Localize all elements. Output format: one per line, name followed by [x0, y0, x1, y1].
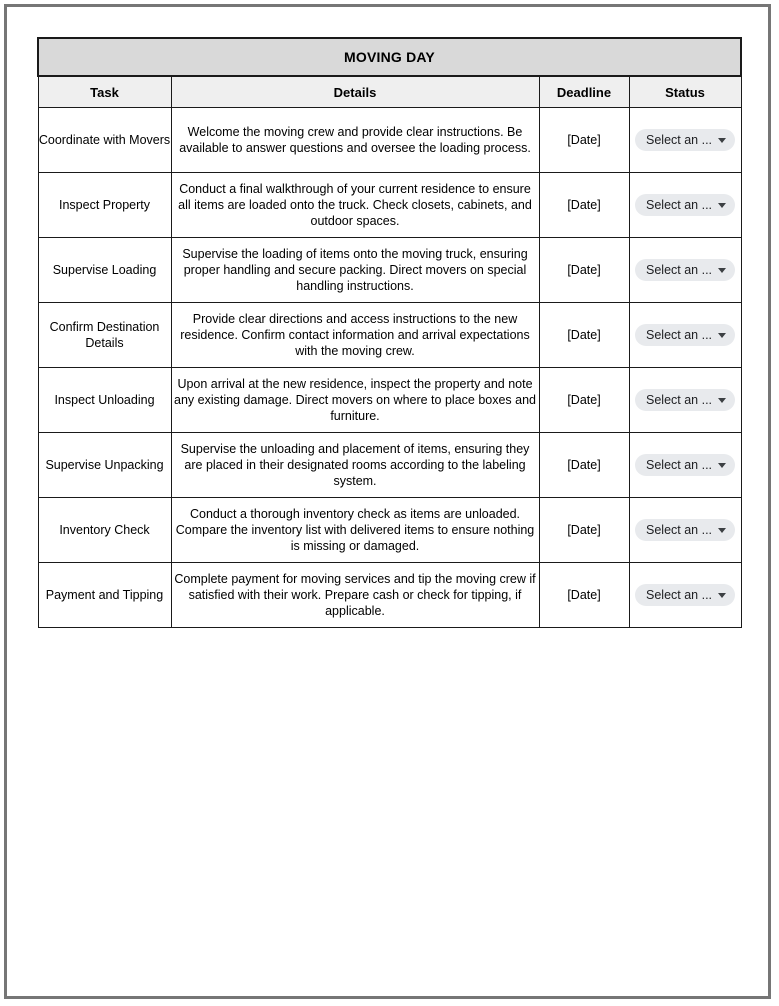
- cell-task: Inspect Property: [37, 172, 172, 238]
- cell-status: Select an ...: [628, 367, 742, 433]
- cell-deadline: [Date]: [538, 107, 630, 173]
- table-row: Inspect Unloading Upon arrival at the new…: [37, 367, 742, 433]
- table-title: MOVING DAY: [36, 37, 743, 77]
- cell-status: Select an ...: [628, 237, 742, 303]
- cell-details: Provide clear directions and access inst…: [170, 302, 540, 368]
- cell-deadline: [Date]: [538, 172, 630, 238]
- table-row: Payment and Tipping Complete payment for …: [37, 562, 742, 628]
- cell-task: Supervise Unpacking: [37, 432, 172, 498]
- column-header-task: Task: [37, 75, 172, 108]
- chevron-down-icon: [718, 593, 727, 598]
- chevron-down-icon: [718, 333, 727, 338]
- cell-task: Inspect Unloading: [37, 367, 172, 433]
- cell-details: Supervise the unloading and placement of…: [170, 432, 540, 498]
- table-row: Supervise Unpacking Supervise the unloadi…: [37, 432, 742, 498]
- status-dropdown[interactable]: Select an ...: [635, 584, 736, 606]
- cell-status: Select an ...: [628, 172, 742, 238]
- cell-status: Select an ...: [628, 107, 742, 173]
- column-header-details: Details: [170, 75, 540, 108]
- cell-status: Select an ...: [628, 562, 742, 628]
- document-body: MOVING DAY Task Details Deadline Status …: [36, 37, 743, 628]
- chevron-down-icon: [718, 528, 727, 533]
- status-dropdown-label: Select an ...: [646, 523, 713, 537]
- cell-task: Payment and Tipping: [37, 562, 172, 628]
- cell-deadline: [Date]: [538, 562, 630, 628]
- cell-details: Conduct a thorough inventory check as it…: [170, 497, 540, 563]
- table-row: Inventory Check Conduct a thorough invent…: [37, 497, 742, 563]
- cell-deadline: [Date]: [538, 237, 630, 303]
- cell-task: Confirm Destination Details: [37, 302, 172, 368]
- cell-status: Select an ...: [628, 302, 742, 368]
- chevron-down-icon: [718, 138, 727, 143]
- table-row: Inspect Property Conduct a final walkthro…: [37, 172, 742, 238]
- cell-details: Conduct a final walkthrough of your curr…: [170, 172, 540, 238]
- status-dropdown[interactable]: Select an ...: [635, 324, 736, 346]
- chevron-down-icon: [718, 203, 727, 208]
- status-dropdown-label: Select an ...: [646, 198, 713, 212]
- status-dropdown-label: Select an ...: [646, 133, 713, 147]
- status-dropdown[interactable]: Select an ...: [635, 519, 736, 541]
- cell-details: Welcome the moving crew and provide clea…: [170, 107, 540, 173]
- cell-details: Supervise the loading of items onto the …: [170, 237, 540, 303]
- cell-task: Coordinate with Movers: [37, 107, 172, 173]
- table-row: Supervise Loading Supervise the loading o…: [37, 237, 742, 303]
- status-dropdown[interactable]: Select an ...: [635, 194, 736, 216]
- cell-deadline: [Date]: [538, 432, 630, 498]
- status-dropdown[interactable]: Select an ...: [635, 389, 736, 411]
- status-dropdown-label: Select an ...: [646, 393, 713, 407]
- table-body: Coordinate with Movers Welcome the moving…: [37, 107, 742, 628]
- table-title-row: MOVING DAY: [36, 37, 743, 77]
- table-row: Coordinate with Movers Welcome the moving…: [37, 107, 742, 173]
- chevron-down-icon: [718, 268, 727, 273]
- status-dropdown[interactable]: Select an ...: [635, 259, 736, 281]
- cell-details: Complete payment for moving services and…: [170, 562, 540, 628]
- column-header-deadline: Deadline: [538, 75, 630, 108]
- column-header-status: Status: [628, 75, 742, 108]
- cell-status: Select an ...: [628, 432, 742, 498]
- cell-details: Upon arrival at the new residence, inspe…: [170, 367, 540, 433]
- chevron-down-icon: [718, 463, 727, 468]
- chevron-down-icon: [718, 398, 727, 403]
- cell-deadline: [Date]: [538, 367, 630, 433]
- status-dropdown-label: Select an ...: [646, 588, 713, 602]
- document-page: MOVING DAY Task Details Deadline Status …: [4, 4, 771, 999]
- cell-task: Supervise Loading: [37, 237, 172, 303]
- status-dropdown-label: Select an ...: [646, 458, 713, 472]
- cell-deadline: [Date]: [538, 302, 630, 368]
- cell-task: Inventory Check: [37, 497, 172, 563]
- moving-day-checklist-table: MOVING DAY Task Details Deadline Status …: [36, 37, 743, 628]
- status-dropdown[interactable]: Select an ...: [635, 454, 736, 476]
- cell-status: Select an ...: [628, 497, 742, 563]
- status-dropdown-label: Select an ...: [646, 328, 713, 342]
- table-row: Confirm Destination Details Provide clear…: [37, 302, 742, 368]
- status-dropdown[interactable]: Select an ...: [635, 129, 736, 151]
- table-header-row: Task Details Deadline Status: [37, 75, 742, 108]
- cell-deadline: [Date]: [538, 497, 630, 563]
- status-dropdown-label: Select an ...: [646, 263, 713, 277]
